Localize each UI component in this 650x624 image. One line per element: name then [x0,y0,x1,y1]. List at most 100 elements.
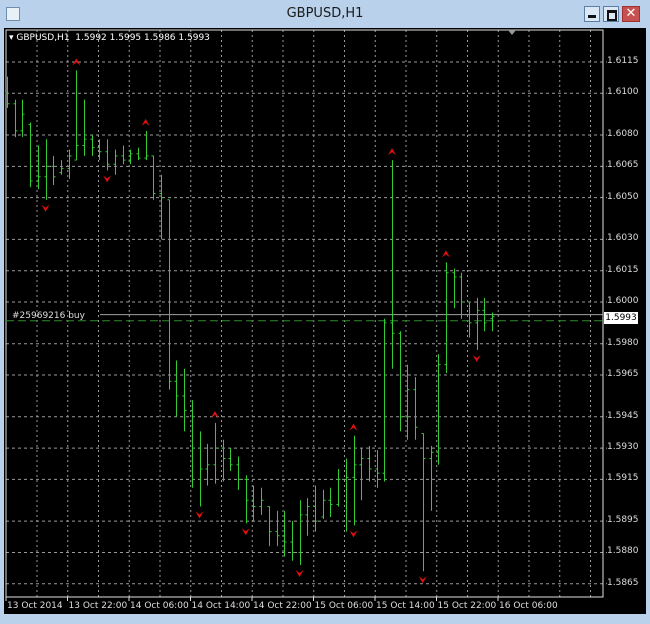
price-axis-label: 1.6080 [607,129,639,140]
ohlc-bar [44,139,49,200]
legend-high: 1.5995 [109,33,142,43]
fractal-up-arrow-icon [388,148,396,156]
price-axis-label: 1.5930 [607,442,639,453]
time-axis-label: 14 Oct 06:00 [130,601,189,611]
fractal-up-arrow-icon [349,423,358,431]
fractal-down-arrow-icon [349,530,358,538]
price-axis-label: 1.6115 [607,56,639,66]
ohlc-bar [321,489,326,520]
time-axis-label: 16 Oct 06:00 [499,601,558,611]
ohlc-bar [352,435,357,526]
time-axis-label: 13 Oct 2014 [7,601,63,611]
legend-low: 1.5986 [144,33,176,43]
price-axis-label: 1.6050 [607,191,639,202]
price-axis-label: 1.6015 [607,264,639,275]
ohlc-bar [67,149,72,179]
legend-close: 1.5993 [178,33,210,43]
ohlc-bar [82,99,87,156]
order-label[interactable]: #25969216 buy [12,311,85,321]
fractal-down-arrow-icon [103,175,112,183]
ohlc-bar [20,99,25,138]
fractal-up-arrow-icon [210,411,219,419]
legend-open: 1.5992 [75,33,107,43]
ohlc-bar [236,456,241,490]
price-axis-label: 1.6030 [607,233,639,244]
price-axis-label: 1.5915 [607,473,639,484]
ohlc-bar [382,318,387,482]
fractal-down-arrow-icon [195,511,204,519]
ohlc-bar [174,360,179,417]
ohlc-bar [328,487,333,517]
time-axis-label: 15 Oct 22:00 [437,601,497,611]
ohlc-bar [390,160,395,369]
ohlc-bar [452,268,457,309]
fractal-down-arrow-icon [295,569,304,577]
time-axis-label: 15 Oct 06:00 [314,601,374,611]
ohlc-bar [344,458,349,532]
ohlc-bar [198,431,203,507]
ohlc-bar [467,301,472,338]
ohlc-bar [444,262,449,373]
ohlc-bar [490,312,495,332]
ohlc-bar [313,485,318,532]
time-axis-label: 14 Oct 14:00 [191,601,251,611]
chart-shift-marker-icon [508,30,516,35]
legend-symbol: GBPUSD,H1 [16,33,70,43]
fractal-down-arrow-icon [241,528,250,536]
ohlc-bar [259,487,264,515]
ohlc-bar [282,510,287,557]
ohlc-bar [113,149,118,175]
price-axis-label: 1.5880 [607,546,639,557]
plot-frame [5,29,604,598]
ohlc-bar [221,439,226,482]
ohlc-bar [167,199,172,390]
ohlc-bar [28,122,33,188]
ohlc-bar [213,423,218,484]
ohlc-bar [429,446,434,511]
price-axis-label: 1.5945 [607,410,639,421]
price-axis-label: 1.5965 [607,369,639,380]
price-axis-label: 1.6100 [607,87,639,98]
ohlc-bar [413,377,418,440]
ohlc-bar [159,174,164,240]
ohlc-bar [244,475,249,524]
price-chart[interactable] [0,0,650,624]
price-axis-label: 1.5865 [607,577,639,588]
ohlc-bar [359,448,364,501]
fractal-up-arrow-icon [141,118,150,126]
ohlc-bar [459,272,464,319]
ohlc-bar [90,135,95,156]
ohlc-bar [36,145,41,190]
time-axis-label: 14 Oct 22:00 [253,601,312,611]
ohlc-bar [290,521,295,561]
ohlc-bar [13,99,18,138]
ohlc-bar [298,500,303,565]
price-axis-label: 1.5980 [607,337,639,348]
fractal-down-arrow-icon [472,355,481,363]
fractal-up-arrow-icon [441,250,450,258]
ohlc-bar [228,448,233,472]
price-axis-label: 1.6000 [607,296,639,306]
ohlc-bar [267,506,272,547]
ohlc-bar [475,297,480,351]
chart-legend: ▾ GBPUSD,H1 1.5992 1.5995 1.5986 1.5993 [9,33,210,43]
ohlc-bar [136,147,141,161]
price-axis-label: 1.6065 [607,160,639,171]
fractal-down-arrow-icon [41,204,50,212]
ohlc-bar [59,160,64,175]
time-axis-label: 15 Oct 14:00 [376,601,435,611]
ohlc-bar [105,139,110,171]
ohlc-bar [421,432,426,572]
ohlc-bar [367,446,372,482]
ohlc-bar [375,450,380,488]
ohlc-bar [182,368,187,432]
ohlc-bar [305,498,310,536]
ohlc-bar [398,331,403,432]
ohlc-bar [190,400,195,488]
ohlc-bar [51,155,56,186]
price-axis-label: 1.5895 [607,515,639,526]
current-price-label: 1.5993 [604,312,638,324]
ohlc-bar [74,70,79,161]
ohlc-bar [336,468,341,507]
ohlc-bar [151,155,156,200]
